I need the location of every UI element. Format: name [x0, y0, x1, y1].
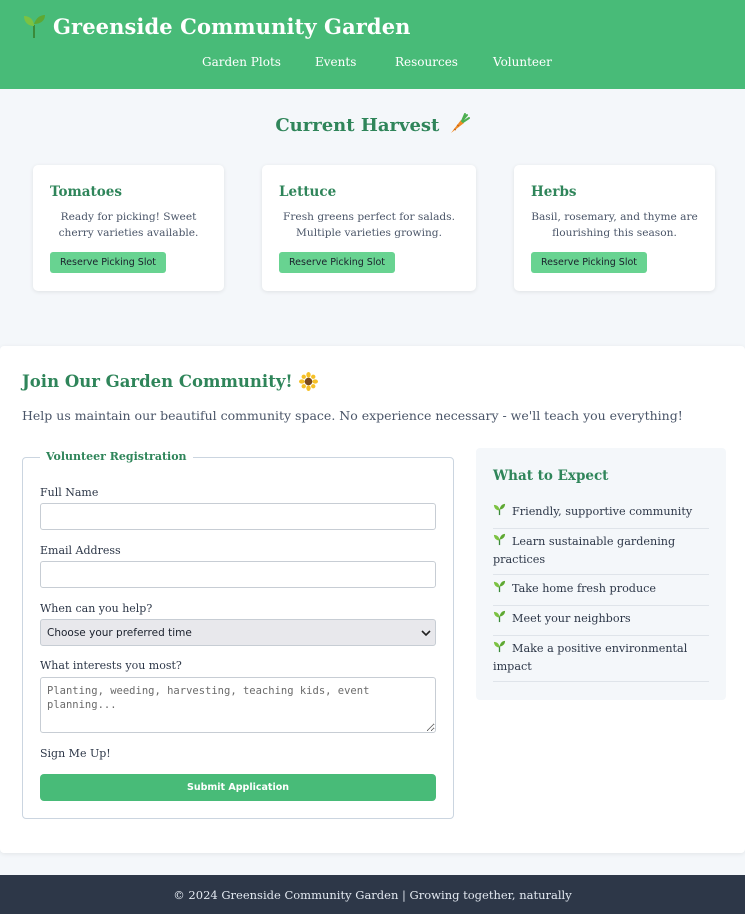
seedling-icon: [493, 580, 506, 593]
chevron-down-icon: [421, 630, 431, 637]
nav-garden-plots[interactable]: Garden Plots: [202, 55, 281, 69]
card-description: Fresh greens perfect for salads. Multipl…: [283, 211, 455, 239]
interests-label: What interests you most?: [40, 659, 182, 672]
reserve-tomatoes-button[interactable]: Reserve Picking Slot: [50, 252, 167, 273]
availability-select[interactable]: Choose your preferred time: [40, 619, 436, 646]
seedling-icon: [493, 503, 506, 516]
card-title: Tomatoes: [50, 184, 122, 200]
signup-label: Sign Me Up!: [40, 747, 111, 760]
full-name-input[interactable]: [40, 503, 436, 530]
availability-selected-value: Choose your preferred time: [47, 627, 192, 639]
footer-copyright: © 2024 Greenside Community Garden | Grow…: [173, 888, 572, 902]
submit-application-button[interactable]: Submit Application: [40, 774, 436, 801]
expect-item-text: Take home fresh produce: [512, 582, 657, 595]
seedling-icon: [24, 15, 45, 38]
email-label: Email Address: [40, 544, 121, 557]
harvest-heading: Current Harvest: [0, 113, 745, 136]
expect-item-text: Make a positive environmental impact: [493, 642, 688, 673]
site-title: Greenside Community Garden: [53, 13, 411, 39]
reserve-herbs-button[interactable]: Reserve Picking Slot: [531, 252, 648, 273]
nav-volunteer[interactable]: Volunteer: [493, 55, 552, 69]
join-section: Join Our Garden Community! Help us maint…: [0, 346, 745, 853]
site-footer: © 2024 Greenside Community Garden | Grow…: [0, 875, 745, 914]
main-nav: Garden Plots Events Resources Volunteer: [0, 55, 745, 73]
list-item: Take home fresh produce: [493, 580, 709, 606]
card-description: Basil, rosemary, and thyme are flourishi…: [531, 211, 698, 239]
join-intro: Help us maintain our beautiful community…: [22, 408, 683, 423]
expect-item-text: Friendly, supportive community: [512, 505, 693, 518]
list-item: Friendly, supportive community: [493, 503, 709, 529]
expect-item-text: Meet your neighbors: [512, 612, 631, 625]
list-item: Make a positive environmental impact: [493, 640, 709, 682]
name-label: Full Name: [40, 486, 99, 499]
harvest-card-herbs: Herbs Basil, rosemary, and thyme are flo…: [514, 165, 715, 291]
card-title: Herbs: [531, 184, 577, 200]
site-header: Greenside Community Garden Garden Plots …: [0, 0, 745, 89]
what-to-expect-panel: What to Expect Friendly, supportive comm…: [476, 448, 726, 700]
expect-item-text: Learn sustainable gardening practices: [493, 535, 676, 566]
availability-label: When can you help?: [40, 602, 153, 615]
list-item: Meet your neighbors: [493, 610, 709, 636]
seedling-icon: [493, 640, 506, 653]
nav-resources[interactable]: Resources: [395, 55, 458, 69]
seedling-icon: [493, 610, 506, 623]
brand[interactable]: Greenside Community Garden: [22, 13, 411, 39]
card-title: Lettuce: [279, 184, 337, 200]
harvest-card-tomatoes: Tomatoes Ready for picking! Sweet cherry…: [33, 165, 224, 291]
card-description: Ready for picking! Sweet cherry varietie…: [58, 211, 199, 239]
nav-events[interactable]: Events: [315, 55, 356, 69]
harvest-title: Current Harvest: [275, 115, 440, 136]
sunflower-icon: [298, 372, 318, 391]
email-input[interactable]: [40, 561, 436, 588]
reserve-lettuce-button[interactable]: Reserve Picking Slot: [279, 252, 396, 273]
list-item: Learn sustainable gardening practices: [493, 533, 709, 575]
join-title: Join Our Garden Community!: [22, 372, 293, 391]
seedling-icon: [493, 533, 506, 546]
interests-textarea[interactable]: [40, 677, 436, 733]
form-legend: Volunteer Registration: [40, 450, 193, 463]
carrot-icon: [450, 113, 470, 133]
join-heading: Join Our Garden Community!: [22, 372, 318, 391]
volunteer-form: Volunteer Registration Full Name Email A…: [22, 450, 454, 819]
harvest-card-lettuce: Lettuce Fresh greens perfect for salads.…: [262, 165, 476, 291]
expect-title: What to Expect: [493, 468, 609, 484]
